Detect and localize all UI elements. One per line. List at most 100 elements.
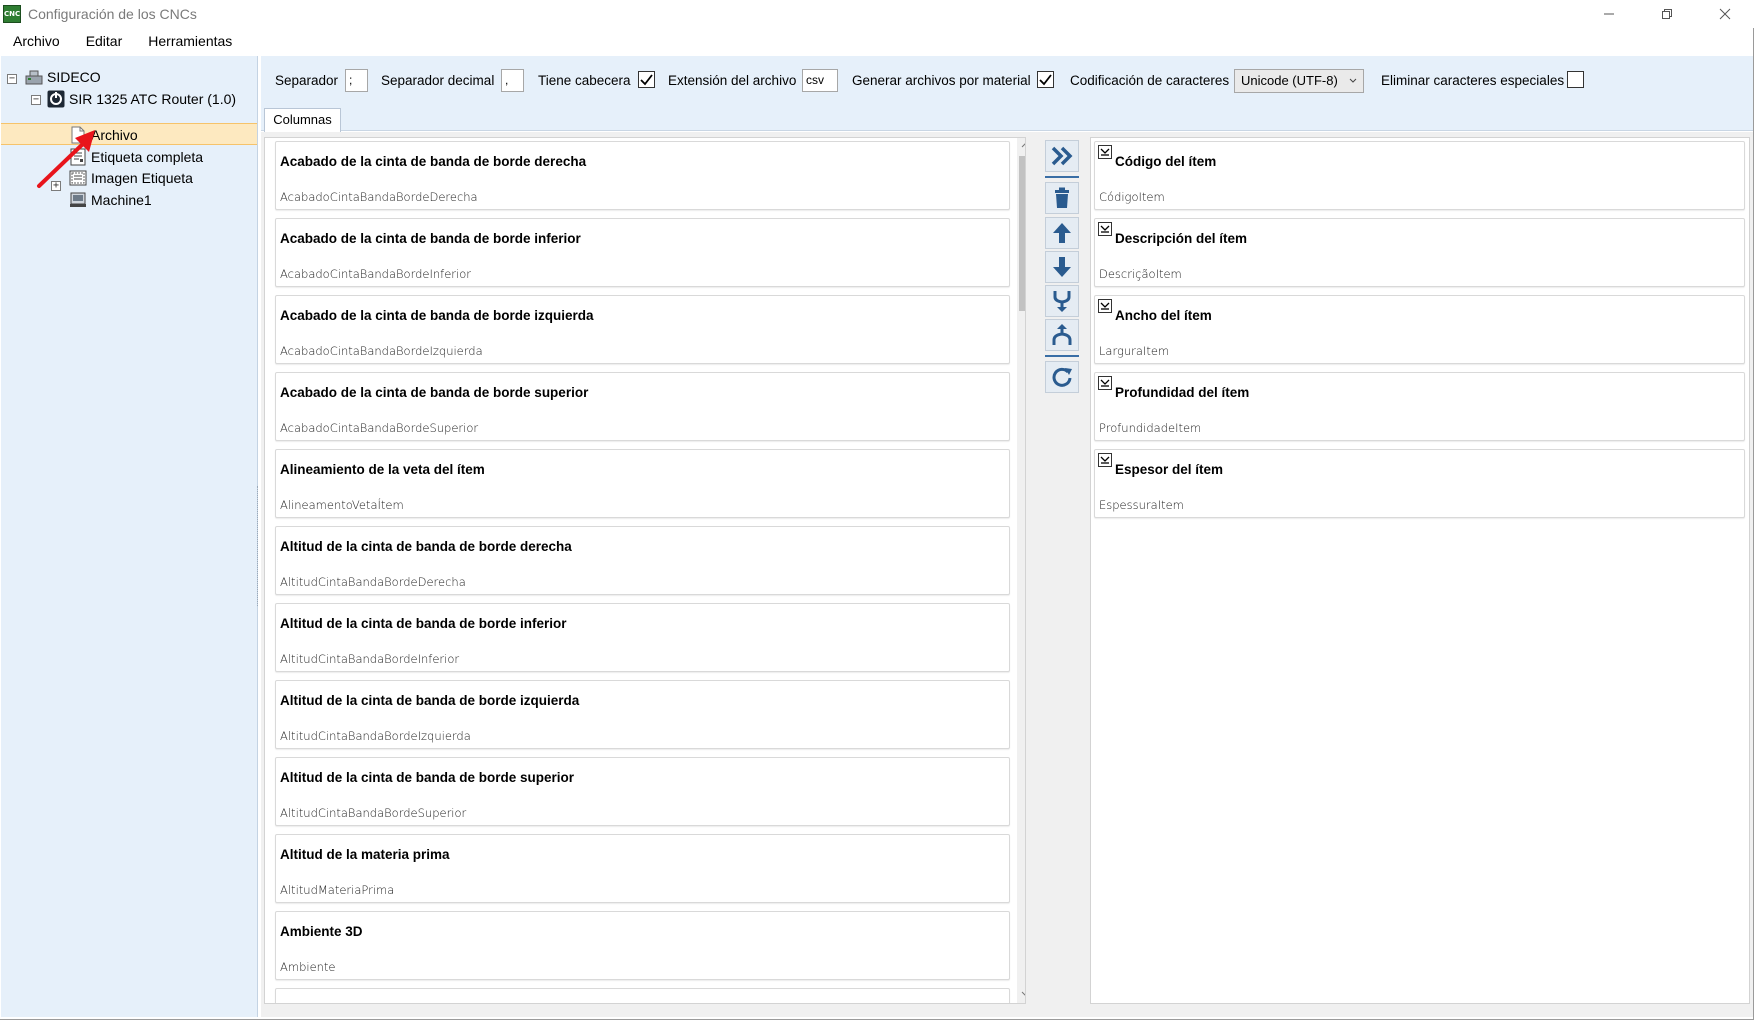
selected-column-item[interactable]: Profundidad del ítem ProfundidadeItem <box>1094 372 1745 441</box>
collapse-item-icon[interactable] <box>1098 299 1112 313</box>
tree-label-imagen-etiqueta: Imagen Etiqueta <box>91 170 193 186</box>
column-title: Altitud de la cinta de banda de borde su… <box>280 770 575 785</box>
collapse-item-icon[interactable] <box>1098 145 1112 159</box>
menu-archivo[interactable]: Archivo <box>0 29 73 53</box>
files-per-material-checkbox[interactable] <box>1037 71 1054 88</box>
column-key: AcabadoCintaBandaBordeInferior <box>280 267 471 281</box>
column-key: Ambiente <box>280 960 336 974</box>
available-column-item[interactable]: Altitud de la cinta de banda de borde su… <box>275 757 1010 826</box>
decimal-separator-input[interactable]: , <box>501 69 524 92</box>
refresh-icon <box>1052 367 1072 387</box>
column-title: Acabado de la cinta de banda de borde su… <box>280 385 589 400</box>
available-column-item[interactable]: Acabado de la cinta de banda de borde de… <box>275 141 1010 210</box>
move-up-icon <box>1053 223 1071 243</box>
tree-item-sideco[interactable]: SIDECO <box>25 66 101 88</box>
tab-columnas[interactable]: Columnas <box>264 108 341 132</box>
move-down-button[interactable] <box>1045 251 1079 283</box>
column-key: AcabadoCintaBandaBordeDerecha <box>280 190 478 204</box>
close-button[interactable] <box>1696 0 1754 28</box>
column-title: Acabado de la cinta de banda de borde in… <box>280 231 581 246</box>
move-down-icon <box>1053 257 1071 277</box>
file-extension-input[interactable]: csv <box>802 69 838 92</box>
tree-item-machine1[interactable]: Machine1 <box>69 189 152 211</box>
column-title: Altitud de la cinta de banda de borde de… <box>280 539 572 554</box>
available-column-item[interactable]: Altitud de la cinta de banda de borde in… <box>275 603 1010 672</box>
refresh-button[interactable] <box>1045 361 1079 393</box>
column-key: AltitudCintaBandaBordeSuperior <box>280 806 467 820</box>
column-title: Espesor del ítem <box>1115 462 1224 477</box>
checkmark-icon <box>1039 74 1052 86</box>
column-key: AltitudCintaBandaBordeIzquierda <box>280 729 471 743</box>
collapse-item-icon[interactable] <box>1098 222 1112 236</box>
application-window: CNC Configuración de los CNCs Archivo Ed… <box>0 0 1754 1020</box>
scroll-down-icon[interactable] <box>1017 987 1025 1003</box>
menu-editar[interactable]: Editar <box>73 29 136 53</box>
column-title: Acabado de la cinta de banda de borde de… <box>280 154 587 169</box>
collapse-item-icon[interactable] <box>1098 376 1112 390</box>
selected-column-item[interactable]: Ancho del ítem LarguraItem <box>1094 295 1745 364</box>
merge-icon <box>1053 291 1071 312</box>
split-icon <box>1052 324 1072 345</box>
separator-input[interactable]: ; <box>345 69 368 92</box>
has-header-checkbox[interactable] <box>638 71 655 88</box>
available-list-scrollbar[interactable] <box>1017 138 1025 1003</box>
strip-special-chars-checkbox[interactable] <box>1567 71 1584 88</box>
column-key: CódigoItem <box>1099 190 1165 204</box>
available-column-item[interactable]: Acabado de la cinta de banda de borde in… <box>275 218 1010 287</box>
collapse-machine-toggle[interactable]: − <box>31 95 41 105</box>
minimize-icon <box>1604 13 1614 15</box>
restore-button[interactable] <box>1638 0 1696 28</box>
merge-button[interactable] <box>1045 285 1079 317</box>
file-extension-label: Extensión del archivo <box>668 73 797 88</box>
column-key: ProfundidadeItem <box>1099 421 1202 435</box>
menu-bar: Archivo Editar Herramientas <box>0 29 1754 53</box>
available-column-item[interactable]: Altitud de la cinta de banda de borde de… <box>275 526 1010 595</box>
add-all-button[interactable] <box>1045 140 1079 172</box>
selected-column-item[interactable]: Espesor del ítem EspessuraItem <box>1094 449 1745 518</box>
column-title: Altitud de la cinta de banda de borde in… <box>280 616 567 631</box>
column-key: AcabadoCintaBandaBordeSuperior <box>280 421 479 435</box>
split-button[interactable] <box>1045 319 1079 351</box>
column-title: Ambiente 3D <box>280 924 363 939</box>
column-key: LarguraItem <box>1099 344 1170 358</box>
tree-label-machine1: Machine1 <box>91 192 152 208</box>
splitter-handle[interactable] <box>257 486 259 606</box>
restore-icon <box>1662 9 1672 19</box>
delete-button[interactable] <box>1045 182 1079 214</box>
available-column-item-partial[interactable] <box>275 988 1010 1003</box>
available-column-item[interactable]: Ambiente 3D Ambiente <box>275 911 1010 980</box>
column-title: Ancho del ítem <box>1115 308 1212 323</box>
decimal-separator-label: Separador decimal <box>381 73 495 88</box>
add-all-icon <box>1051 146 1073 166</box>
column-title: Altitud de la cinta de banda de borde iz… <box>280 693 580 708</box>
move-up-button[interactable] <box>1045 217 1079 249</box>
tab-strip: Columnas <box>261 104 1753 132</box>
column-title: Alineamiento de la veta del ítem <box>280 462 485 477</box>
column-key: AcabadoCintaBandaBordeIzquierda <box>280 344 483 358</box>
available-column-item[interactable]: Acabado de la cinta de banda de borde su… <box>275 372 1010 441</box>
encoding-select[interactable]: Unicode (UTF-8) <box>1234 69 1364 93</box>
selected-column-item[interactable]: Descripción del ítem DescriçãoItem <box>1094 218 1745 287</box>
app-cnc-icon: CNC <box>3 5 21 23</box>
minimize-button[interactable] <box>1580 0 1638 28</box>
scroll-thumb[interactable] <box>1019 156 1025 311</box>
collapse-sideco-toggle[interactable]: − <box>7 74 17 84</box>
menu-herramientas[interactable]: Herramientas <box>135 29 245 53</box>
available-column-item[interactable]: Altitud de la materia prima AltitudMater… <box>275 834 1010 903</box>
machine-icon <box>69 191 87 209</box>
encoding-label: Codificación de caracteres <box>1070 73 1230 88</box>
column-title: Código del ítem <box>1115 154 1217 169</box>
tree-label-router: SIR 1325 ATC Router (1.0) <box>69 91 237 107</box>
available-column-item[interactable]: Acabado de la cinta de banda de borde iz… <box>275 295 1010 364</box>
window-title: Configuración de los CNCs <box>28 6 197 22</box>
available-column-item[interactable]: Altitud de la cinta de banda de borde iz… <box>275 680 1010 749</box>
encoding-value: Unicode (UTF-8) <box>1241 73 1338 88</box>
scroll-up-icon[interactable] <box>1017 138 1025 155</box>
tree-item-router[interactable]: SIR 1325 ATC Router (1.0) <box>47 88 236 110</box>
column-key: AltitudCintaBandaBordeInferior <box>280 652 460 666</box>
collapse-item-icon[interactable] <box>1098 453 1112 467</box>
available-column-item[interactable]: Alineamiento de la veta del ítem Alineam… <box>275 449 1010 518</box>
column-title: Acabado de la cinta de banda de borde iz… <box>280 308 594 323</box>
strip-special-chars-label: Eliminar caracteres especiales <box>1381 73 1565 88</box>
selected-column-item[interactable]: Código del ítem CódigoItem <box>1094 141 1745 210</box>
